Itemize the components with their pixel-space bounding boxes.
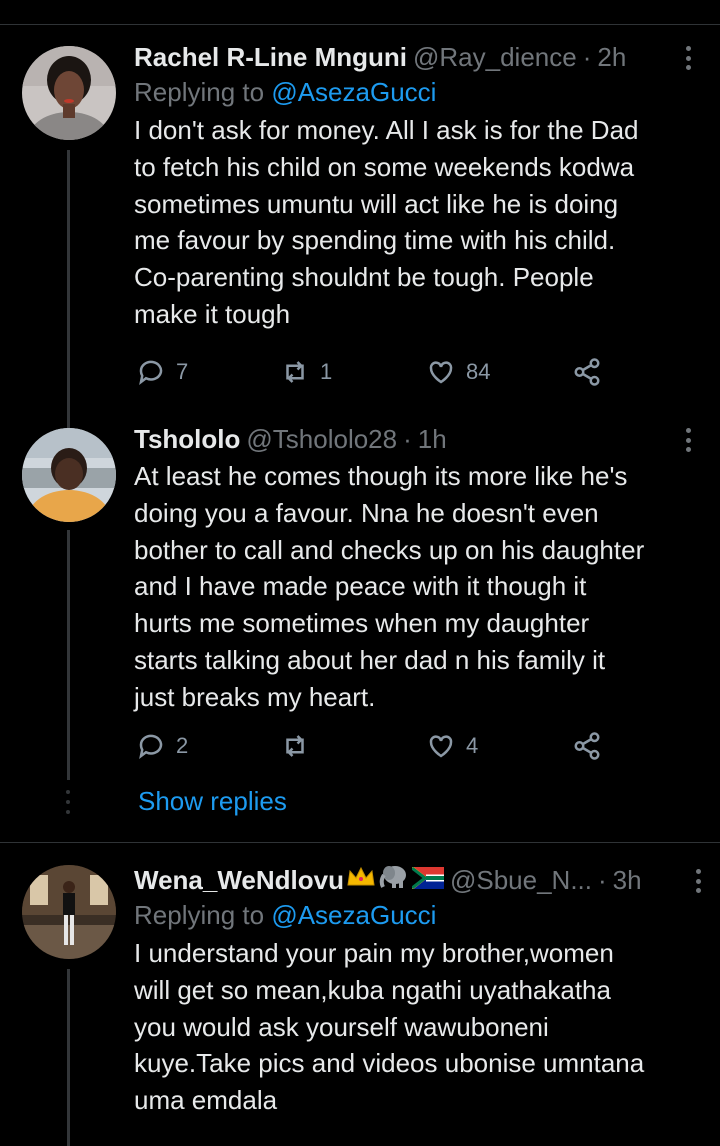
handle[interactable]: @Tshololo28: [246, 422, 397, 456]
tweet-actions: 7 1 84: [134, 354, 604, 390]
replying-prefix: Replying to: [134, 900, 272, 930]
separator: ·: [403, 424, 412, 454]
avatar-wena[interactable]: [22, 865, 116, 959]
retweet-icon: [286, 735, 304, 757]
tweet-tshololo[interactable]: Tshololo @Tshololo28 · 1h At least he co…: [0, 420, 720, 840]
tweet-text-line: me favour by spending time with his chil…: [134, 225, 616, 256]
more-options-icon[interactable]: [686, 867, 710, 895]
more-options-icon[interactable]: [676, 44, 700, 72]
tweet-text-line: to fetch his child on some weekends kodw…: [134, 151, 635, 182]
tweet-rachel[interactable]: Rachel R-Line Mnguni @Ray_dience · 2h Re…: [0, 0, 720, 420]
display-name[interactable]: Wena_WeNdlovu: [134, 863, 344, 897]
tweet-text-line: hurts me sometimes when my daughter: [134, 608, 590, 639]
tweet-text-line: starts talking about her dad n his famil…: [134, 644, 606, 675]
tweet-text-line: bother to call and checks up on his daug…: [134, 534, 645, 565]
replying-prefix: Replying to: [134, 77, 272, 107]
heart-icon: [429, 735, 453, 758]
share-button[interactable]: [572, 728, 602, 764]
thread-line: [67, 150, 70, 420]
tweet-text-line: Co-parenting shouldnt be tough. People: [134, 262, 594, 293]
timestamp[interactable]: 2h: [597, 40, 626, 74]
share-icon: [574, 358, 600, 386]
tweet-wena[interactable]: Wena_WeNdlovu @Sbue_N... · 3h Replying t…: [0, 843, 720, 1146]
separator: ·: [598, 865, 607, 895]
tweet-actions: 2 4: [134, 728, 604, 764]
thread-line: [67, 969, 70, 1146]
south-africa-flag-emoji: [411, 863, 444, 897]
tweet-text: I understand your pain my brother,women …: [134, 935, 700, 1119]
tweet-text-line: you would ask yourself wawuboneni: [134, 1011, 549, 1042]
tweet-text: I don't ask for money. All I ask is for …: [134, 112, 700, 333]
reply-icon: [139, 734, 163, 759]
elephant-emoji: [378, 863, 410, 897]
like-button[interactable]: 84: [426, 354, 490, 390]
share-button[interactable]: [572, 354, 602, 390]
tweet-text-line: I understand your pain my brother,women: [134, 938, 614, 968]
tweet-header: Tshololo @Tshololo28 · 1h: [134, 422, 700, 456]
retweet-button[interactable]: 1: [280, 354, 332, 390]
tweet-text-line: doing you a favour. Nna he doesn't even: [134, 497, 599, 528]
replying-to: Replying to @AsezaGucci: [134, 74, 700, 110]
crown-emoji: [346, 863, 376, 897]
tweet-text-line: sometimes umuntu will act like he is doi…: [134, 188, 619, 219]
tweet-text-line: At least he comes though its more like h…: [134, 461, 628, 491]
like-count: 4: [466, 733, 479, 758]
share-icon: [574, 732, 600, 760]
tweet-text-line: make it tough: [134, 298, 291, 329]
handle[interactable]: @Sbue_N...: [450, 863, 592, 897]
show-replies-row: Show replies: [0, 782, 720, 822]
tweet-text-line: will get so mean,kuba ngathi uyathakatha: [134, 974, 611, 1005]
tweet-text-line: kuye.Take pics and videos ubonise umntan…: [134, 1048, 645, 1079]
show-replies-link[interactable]: Show replies: [138, 786, 287, 817]
more-options-icon[interactable]: [676, 426, 700, 454]
replying-mention-link[interactable]: @AsezaGucci: [271, 77, 436, 107]
display-name[interactable]: Rachel R-Line Mnguni: [134, 40, 407, 74]
reply-count: 7: [176, 359, 189, 384]
replying-to: Replying to @AsezaGucci: [134, 897, 700, 933]
tweet-header: Wena_WeNdlovu @Sbue_N... · 3h: [134, 863, 700, 897]
avatar-rachel[interactable]: [22, 46, 116, 140]
avatar-tshololo[interactable]: [22, 428, 116, 522]
heart-icon: [429, 361, 453, 384]
retweet-icon: [286, 361, 304, 383]
handle[interactable]: @Ray_dience: [413, 40, 577, 74]
retweet-count: 1: [320, 359, 333, 384]
tweet-text-line: and I have made peace with it though it: [134, 571, 587, 602]
timestamp[interactable]: 1h: [418, 422, 447, 456]
thread-line: [67, 530, 70, 780]
tweet-text-line: just breaks my heart.: [134, 681, 376, 712]
retweet-button[interactable]: [280, 728, 320, 764]
replying-mention-link[interactable]: @AsezaGucci: [271, 900, 436, 930]
reply-count: 2: [176, 733, 189, 758]
reply-icon: [139, 360, 163, 385]
reply-button[interactable]: 7: [136, 354, 188, 390]
like-count: 84: [466, 359, 491, 384]
tweet-text: At least he comes though its more like h…: [134, 458, 700, 716]
thread-gap-dots: [64, 790, 72, 814]
timestamp[interactable]: 3h: [613, 863, 642, 897]
tweet-text-line: I don't ask for money. All I ask is for …: [134, 115, 639, 145]
tweet-text-line: uma emdala: [134, 1085, 278, 1116]
separator: ·: [582, 42, 592, 72]
like-button[interactable]: 4: [426, 728, 478, 764]
tweet-header: Rachel R-Line Mnguni @Ray_dience · 2h: [134, 40, 700, 74]
reply-button[interactable]: 2: [136, 728, 188, 764]
display-name[interactable]: Tshololo: [134, 422, 240, 456]
